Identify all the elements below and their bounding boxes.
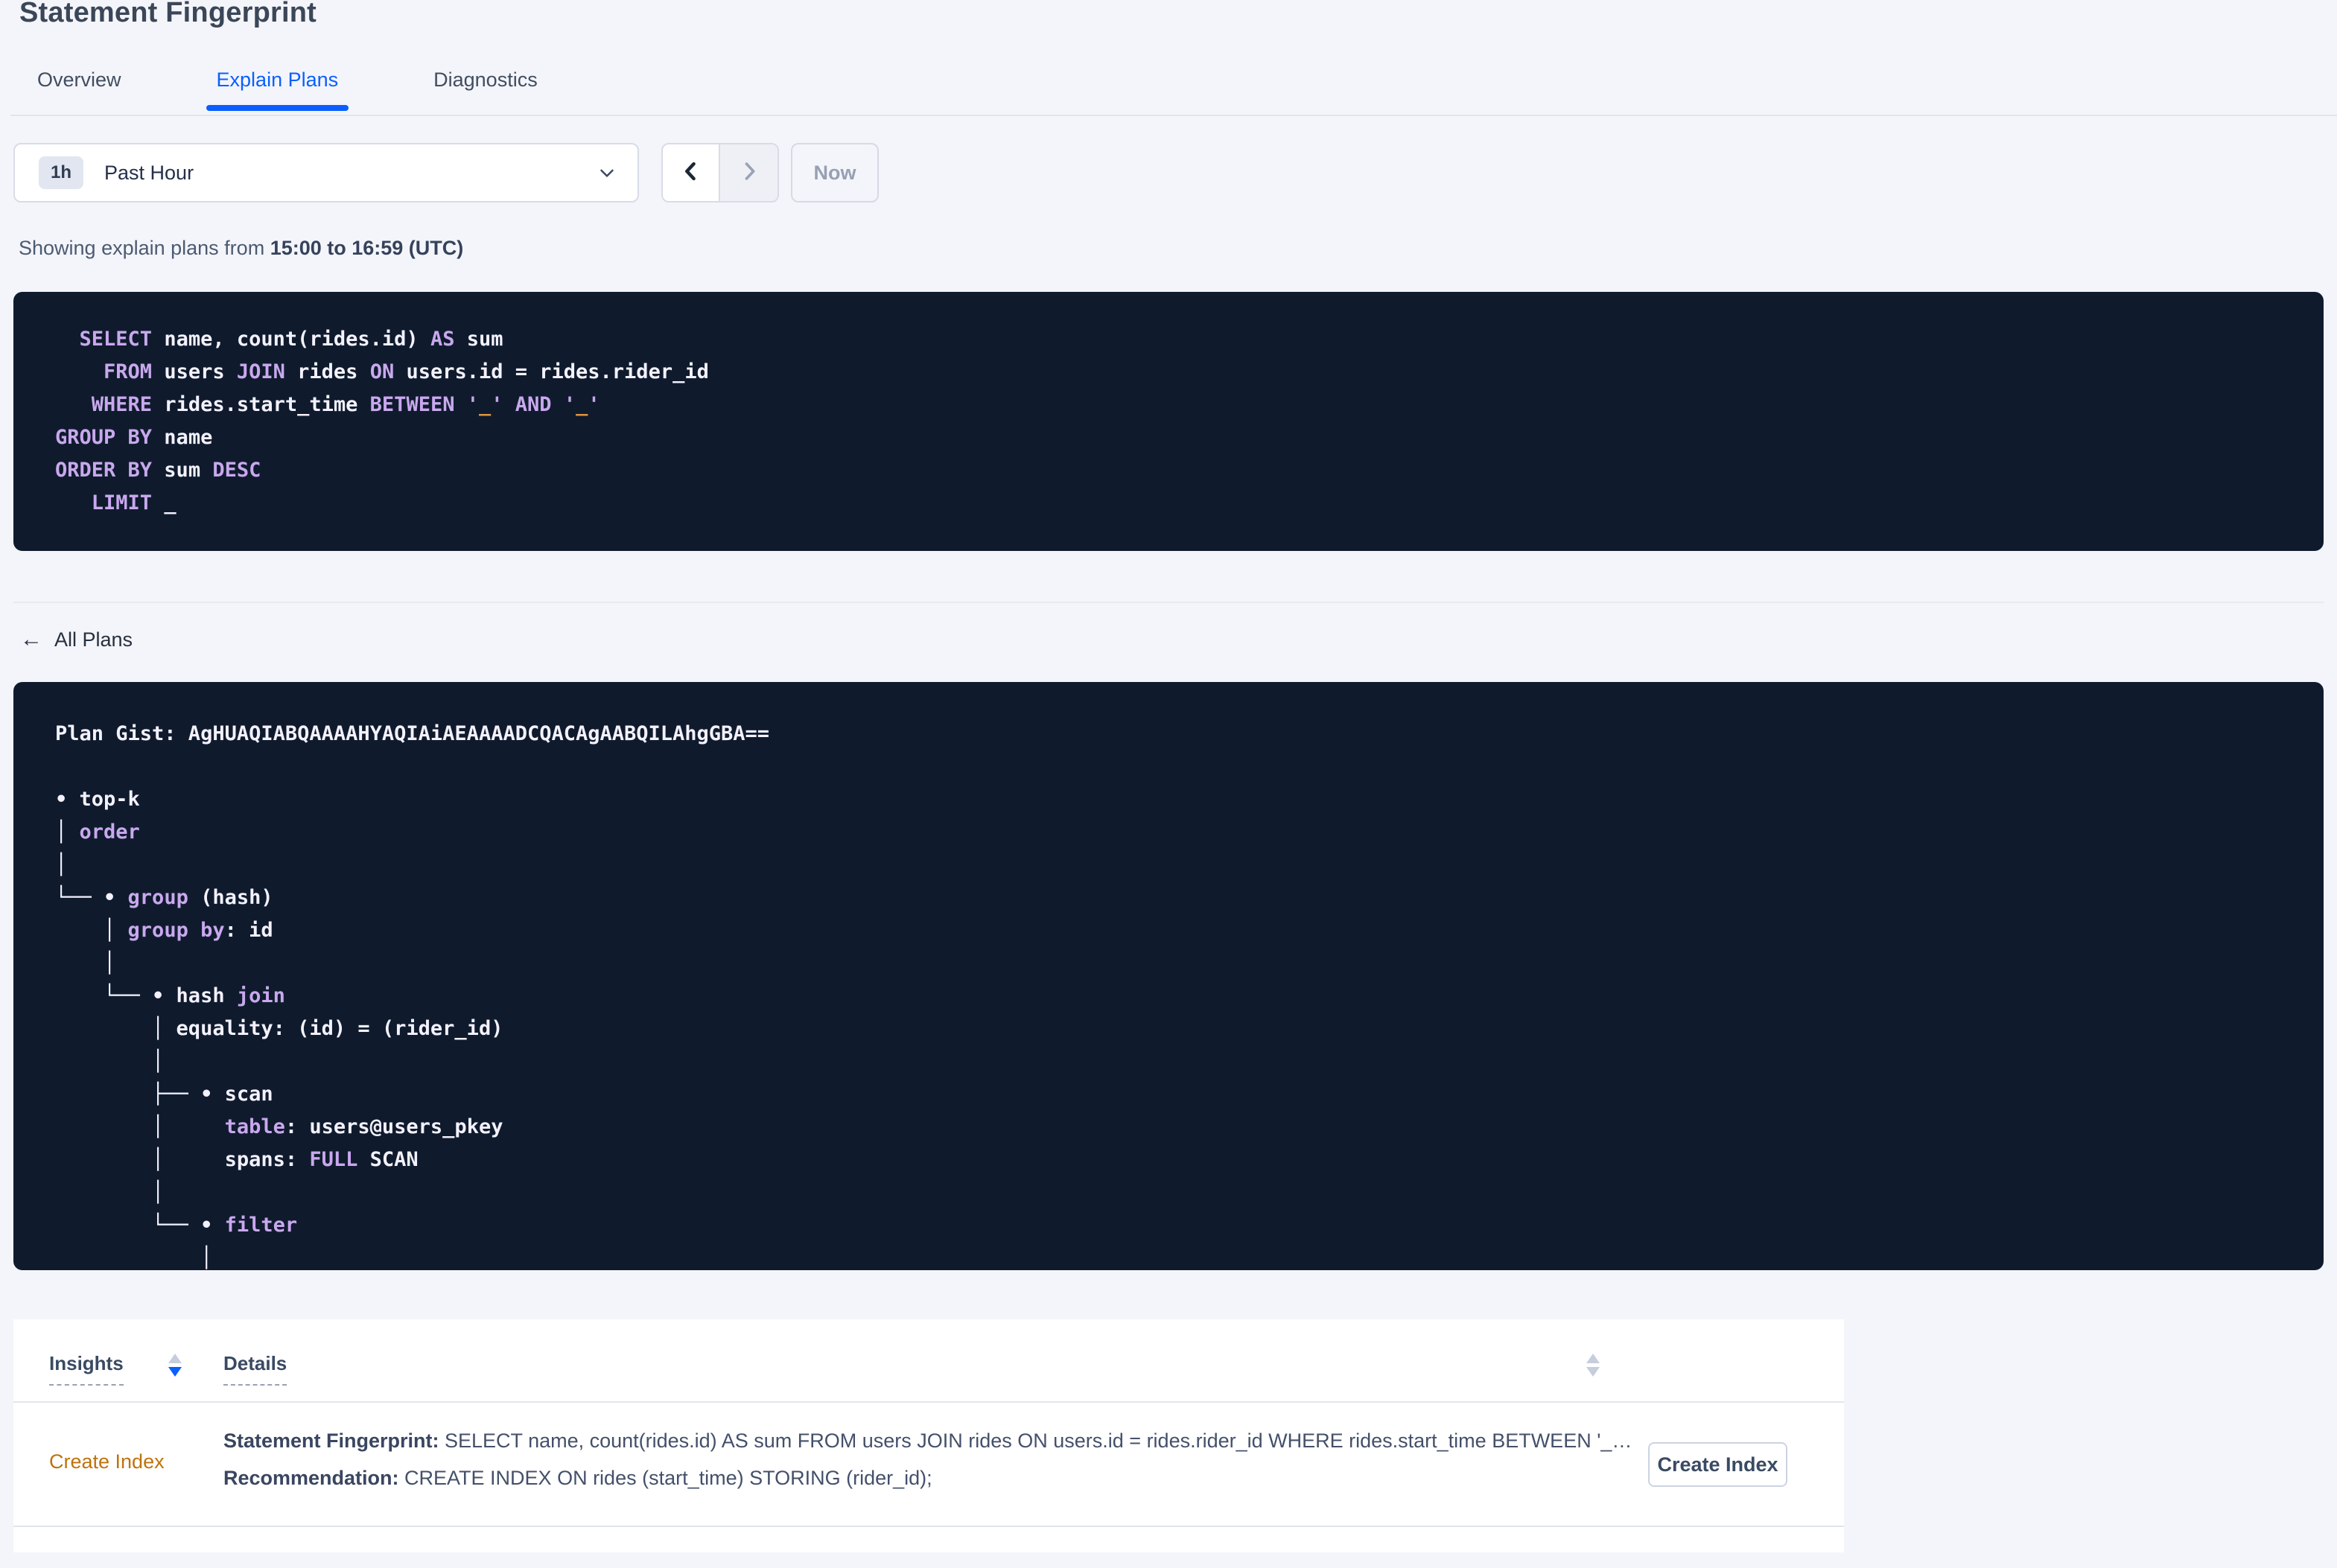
previous-time-button[interactable] (663, 144, 720, 201)
sort-up-arrow (1586, 1354, 1600, 1363)
all-plans-label: All Plans (54, 628, 133, 651)
time-nav-group (661, 143, 779, 203)
tab-bar: Overview Explain Plans Diagnostics (27, 64, 548, 121)
tab-overview-label: Overview (37, 68, 121, 91)
tab-explain-plans[interactable]: Explain Plans (206, 64, 349, 121)
next-time-button[interactable] (720, 144, 778, 201)
plan-gist-block: Plan Gist: AgHUAQIABQAAAAHYAQIAiAEAAAADC… (13, 682, 2324, 1270)
column-header-insights[interactable]: Insights (49, 1352, 124, 1386)
chevron-right-icon (737, 157, 762, 189)
tab-overview[interactable]: Overview (27, 64, 132, 121)
page-title: Statement Fingerprint (19, 0, 317, 28)
recommendation-detail: Recommendation: CREATE INDEX ON rides (s… (223, 1467, 932, 1489)
time-range-select[interactable]: 1h Past Hour (13, 143, 639, 203)
time-range-badge: 1h (39, 156, 84, 189)
active-tab-underline (206, 105, 349, 111)
table-header-divider (13, 1401, 1844, 1403)
sort-down-arrow (168, 1367, 182, 1377)
tab-diagnostics[interactable]: Diagnostics (423, 64, 548, 121)
time-controls: 1h Past Hour Now (13, 143, 879, 203)
now-button[interactable]: Now (791, 143, 879, 203)
sort-down-arrow (1586, 1367, 1600, 1377)
sort-icon-insights[interactable] (168, 1354, 182, 1377)
status-prefix: Showing explain plans from (19, 237, 270, 259)
showing-plans-status: Showing explain plans from 15:00 to 16:5… (19, 237, 463, 260)
sort-icon-details[interactable] (1586, 1354, 1600, 1377)
statement-fingerprint-detail: Statement Fingerprint: SELECT name, coun… (223, 1430, 1632, 1452)
status-time-range: 15:00 to 16:59 (UTC) (270, 237, 464, 259)
sort-up-arrow (168, 1354, 182, 1363)
tab-explain-plans-label: Explain Plans (216, 68, 339, 91)
table-row-divider (13, 1526, 1844, 1527)
create-index-button[interactable]: Create Index (1648, 1442, 1787, 1487)
tab-diagnostics-label: Diagnostics (433, 68, 538, 91)
sql-statement-block: SELECT name, count(rides.id) AS sum FROM… (13, 292, 2324, 551)
insights-table: Insights Details Create Index Statement … (13, 1319, 1844, 1552)
section-divider (13, 602, 2324, 603)
time-range-label: Past Hour (104, 161, 194, 184)
chevron-down-icon (596, 162, 618, 184)
all-plans-link[interactable]: ← All Plans (20, 627, 133, 652)
column-header-details[interactable]: Details (223, 1352, 287, 1386)
create-index-link[interactable]: Create Index (49, 1450, 165, 1473)
left-arrow-icon: ← (20, 627, 42, 651)
chevron-left-icon (678, 157, 704, 189)
